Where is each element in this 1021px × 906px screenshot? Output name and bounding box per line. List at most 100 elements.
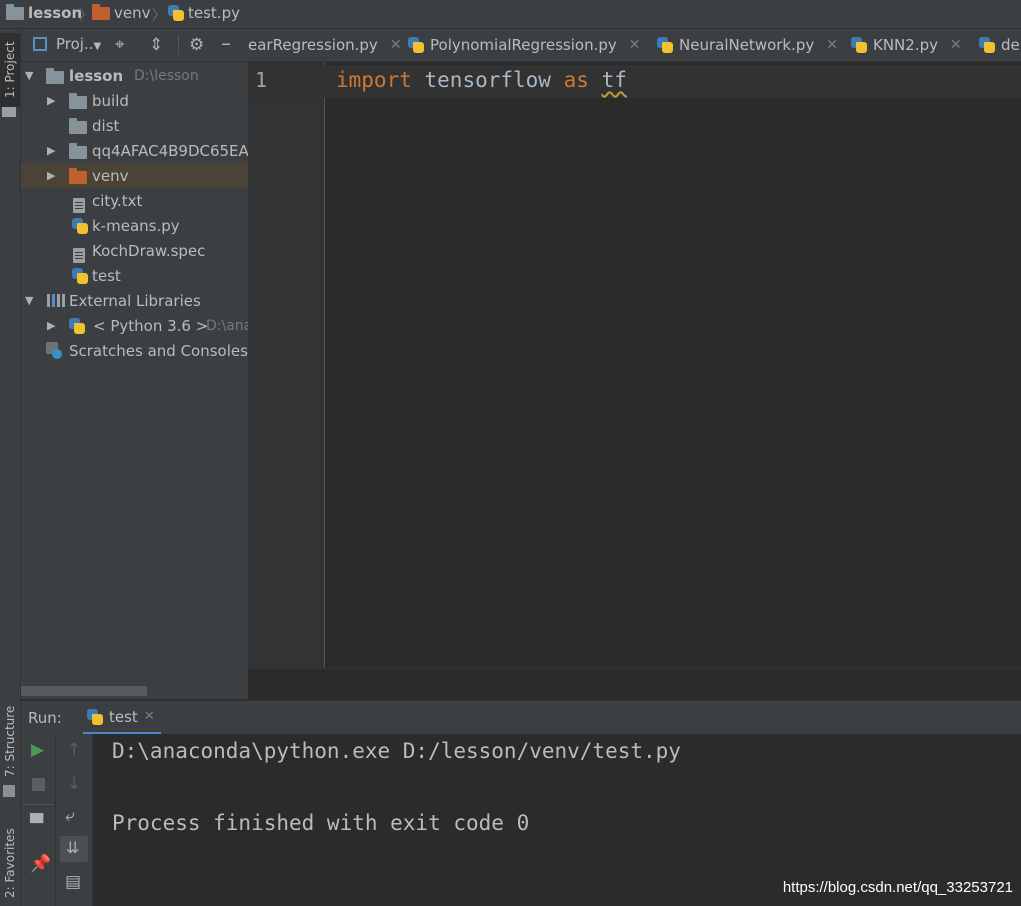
tree-item-qq-folder[interactable]: ▶ qq4AFAC4B9DC65EA bbox=[21, 138, 249, 163]
tree-item-dist[interactable]: dist bbox=[21, 113, 248, 138]
project-view-selector[interactable]: Proj..▼ bbox=[56, 35, 101, 53]
collapsed-arrow-icon: ▶ bbox=[47, 94, 56, 107]
navigation-breadcrumb: lesson 〉 venv 〉 test.py bbox=[0, 0, 1021, 29]
tab-knn2[interactable]: KNN2.py ✕ bbox=[851, 29, 962, 61]
run-panel-header: Run: test ✕ bbox=[21, 700, 1021, 735]
tree-item-city-txt[interactable]: city.txt bbox=[21, 188, 248, 213]
keyword-as: as bbox=[563, 68, 589, 92]
tab-linear-regression[interactable]: earRegression.py ✕ bbox=[248, 29, 402, 61]
toolbar-divider bbox=[23, 804, 53, 805]
tab-de[interactable]: de bbox=[979, 29, 1020, 61]
code-editor[interactable] bbox=[325, 62, 1021, 668]
rerun-icon[interactable]: ▶ bbox=[31, 740, 44, 760]
tree-item-build[interactable]: ▶ build bbox=[21, 88, 248, 113]
run-tab-test[interactable]: test ✕ bbox=[83, 701, 161, 735]
python-file-icon bbox=[979, 37, 995, 53]
tab-favorites[interactable]: 2: Favorites bbox=[0, 823, 20, 903]
run-label: Run: bbox=[28, 709, 62, 727]
breadcrumb-item-test-py[interactable]: test.py bbox=[168, 4, 240, 22]
library-icon bbox=[47, 294, 65, 307]
tab-label: KNN2.py bbox=[873, 36, 938, 54]
tab-polynomial-regression[interactable]: PolynomialRegression.py ✕ bbox=[408, 29, 641, 61]
tree-item-label: dist bbox=[92, 116, 120, 135]
scroll-to-end-icon: ⇊ bbox=[66, 838, 80, 857]
project-toolbar: Proj..▼ ⌖ ⇕ ⚙ – bbox=[21, 29, 248, 62]
chevron-right-icon: 〉 bbox=[152, 8, 166, 24]
tab-structure-label: 7: Structure bbox=[3, 705, 17, 777]
project-view-icon bbox=[33, 37, 47, 51]
editor-bottom-area bbox=[248, 668, 1021, 700]
tab-favorites-label: 2: Favorites bbox=[3, 828, 17, 898]
left-tool-strip: 1: Project 7: Structure 2: Favorites bbox=[0, 29, 21, 906]
scroll-to-end-button[interactable]: ⇊ bbox=[60, 836, 88, 862]
tree-item-label: < Python 3.6 > bbox=[93, 316, 209, 335]
gear-icon[interactable]: ⚙ bbox=[189, 35, 204, 55]
tree-item-k-means[interactable]: k-means.py bbox=[21, 213, 248, 238]
python-file-icon bbox=[657, 37, 673, 53]
console-line-command: D:\anaconda\python.exe D:/lesson/venv/te… bbox=[112, 739, 681, 763]
tree-item-kochdraw-spec[interactable]: KochDraw.spec bbox=[21, 238, 248, 263]
tree-item-label: External Libraries bbox=[69, 291, 201, 310]
alias-name: tf bbox=[601, 68, 627, 92]
python-file-icon bbox=[72, 218, 88, 234]
tree-item-test[interactable]: test bbox=[21, 263, 248, 288]
line-number: 1 bbox=[255, 68, 268, 92]
collapsed-arrow-icon: ▶ bbox=[47, 319, 56, 332]
code-line-1[interactable]: import tensorflow as tf bbox=[336, 68, 627, 92]
folder-icon bbox=[46, 68, 64, 84]
horizontal-scrollbar[interactable] bbox=[21, 686, 147, 696]
run-toolbar: ▶ ▀ 📌 bbox=[21, 734, 56, 906]
dropdown-arrow-icon: ▼ bbox=[93, 41, 102, 52]
close-icon[interactable]: ✕ bbox=[629, 37, 641, 53]
folder-icon bbox=[92, 3, 110, 20]
project-view-title: Proj.. bbox=[56, 35, 94, 53]
folder-icon bbox=[69, 93, 87, 109]
tree-item-lesson[interactable]: ▼ lesson D:\lesson bbox=[21, 63, 248, 88]
close-icon[interactable]: ✕ bbox=[144, 709, 155, 724]
tab-label: de bbox=[1001, 36, 1020, 54]
keyword-import: import bbox=[336, 68, 412, 92]
expanded-arrow-icon: ▼ bbox=[25, 294, 34, 307]
close-icon[interactable]: ✕ bbox=[826, 37, 838, 53]
breadcrumb-item-lesson[interactable]: lesson bbox=[6, 3, 82, 22]
breadcrumb-item-venv[interactable]: venv bbox=[92, 3, 151, 22]
tab-label: earRegression.py bbox=[248, 36, 378, 54]
python-file-icon bbox=[408, 37, 424, 53]
tab-project[interactable]: 1: Project bbox=[0, 33, 20, 107]
text-file-icon bbox=[73, 198, 85, 213]
tree-item-venv[interactable]: ▶ venv bbox=[21, 163, 248, 188]
minimize-icon[interactable]: – bbox=[221, 31, 231, 55]
folder-icon bbox=[2, 107, 16, 117]
console-icon bbox=[46, 342, 62, 359]
locate-icon[interactable]: ⌖ bbox=[115, 35, 125, 55]
console-line-exit: Process finished with exit code 0 bbox=[112, 811, 530, 835]
tree-item-path: D:\lesson bbox=[134, 67, 199, 84]
tree-item-external-libraries[interactable]: ▼ External Libraries bbox=[21, 288, 248, 313]
tree-item-label: k-means.py bbox=[92, 216, 180, 235]
tree-item-scratches[interactable]: Scratches and Consoles bbox=[21, 338, 248, 363]
toolbar-divider bbox=[178, 35, 179, 55]
collapsed-arrow-icon: ▶ bbox=[47, 169, 56, 182]
tab-neural-network[interactable]: NeuralNetwork.py ✕ bbox=[657, 29, 838, 61]
python-file-icon bbox=[72, 268, 88, 284]
soft-wrap-icon[interactable]: ⤶ bbox=[65, 806, 75, 826]
folder-icon bbox=[69, 118, 87, 134]
tree-item-label: KochDraw.spec bbox=[92, 241, 206, 260]
pin-icon[interactable]: 📌 bbox=[30, 854, 51, 874]
tree-item-python-sdk[interactable]: ▶ < Python 3.6 > D:\ana bbox=[21, 313, 252, 338]
down-arrow-icon[interactable]: ↓ bbox=[67, 774, 81, 794]
tree-item-label: test bbox=[92, 266, 121, 285]
up-arrow-icon[interactable]: ↑ bbox=[67, 740, 81, 760]
collapse-all-icon[interactable]: ⇕ bbox=[149, 35, 163, 55]
tab-label: NeuralNetwork.py bbox=[679, 36, 815, 54]
folder-icon bbox=[69, 143, 87, 159]
print-icon[interactable]: ▤ bbox=[65, 872, 81, 892]
stop-icon[interactable] bbox=[32, 778, 45, 791]
tab-label: PolynomialRegression.py bbox=[430, 36, 617, 54]
layout-icon[interactable]: ▀ bbox=[30, 814, 43, 834]
module-name: tensorflow bbox=[424, 68, 551, 92]
close-icon[interactable]: ✕ bbox=[390, 37, 402, 53]
tree-item-label: build bbox=[92, 91, 129, 110]
close-icon[interactable]: ✕ bbox=[950, 37, 962, 53]
tab-structure[interactable]: 7: Structure bbox=[0, 701, 20, 781]
